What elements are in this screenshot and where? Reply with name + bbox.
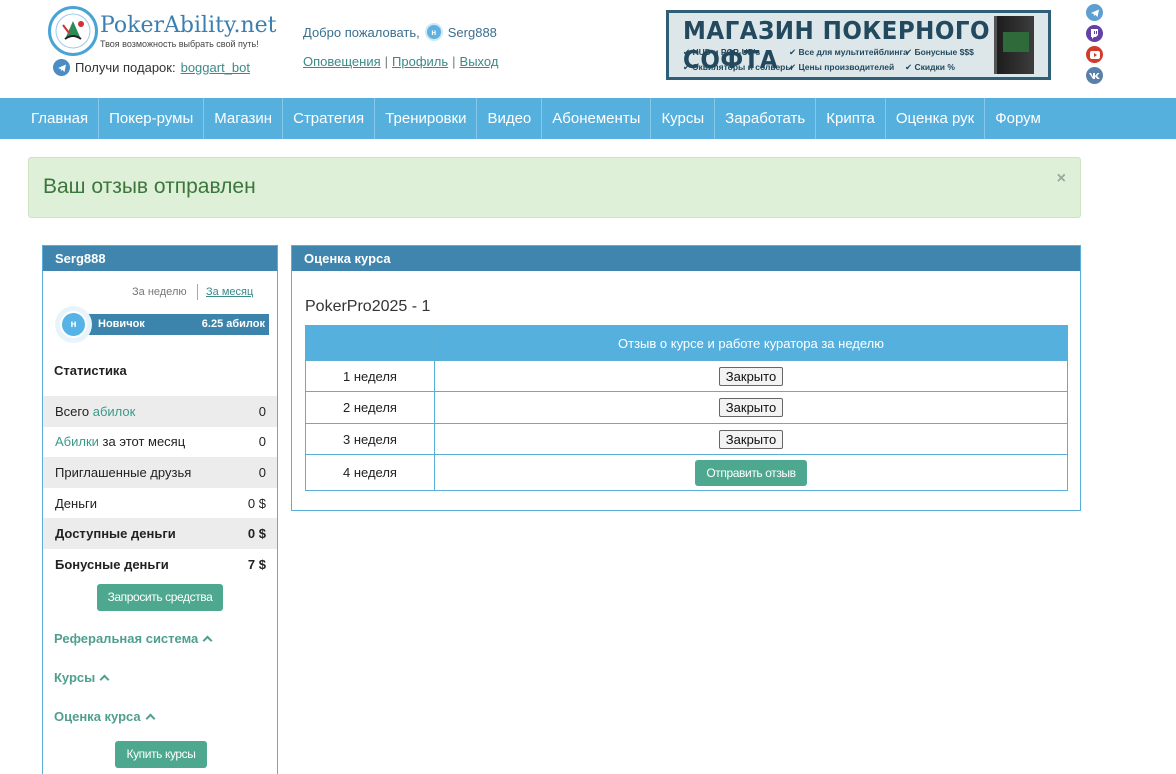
stats-title: Статистика bbox=[54, 363, 127, 378]
referral-toggle[interactable]: Реферальная система bbox=[54, 631, 213, 646]
course-rating-panel: Оценка курса PokerPro2025 - 1 Отзыв о ку… bbox=[291, 245, 1081, 511]
gift-line: Получи подарок: boggart_bot bbox=[53, 59, 250, 76]
nav-crypto[interactable]: Крипта bbox=[816, 98, 886, 139]
table-row: 1 неделя Закрыто bbox=[305, 360, 1068, 392]
youtube-icon[interactable] bbox=[1086, 46, 1103, 63]
nav-earn[interactable]: Заработать bbox=[715, 98, 817, 139]
telegram-icon bbox=[53, 59, 70, 76]
main-nav: Главная Покер-румы Магазин Стратегия Тре… bbox=[0, 98, 1176, 139]
close-icon[interactable]: × bbox=[1057, 170, 1066, 188]
chevron-up-icon bbox=[202, 635, 213, 646]
rank-bar: Новичок 6.25 абилок bbox=[73, 314, 269, 335]
stat-total: Всего абилок 0 bbox=[43, 396, 277, 427]
chevron-up-icon bbox=[99, 674, 110, 685]
logout-link[interactable]: Выход bbox=[460, 54, 499, 69]
nav-trainings[interactable]: Тренировки bbox=[375, 98, 478, 139]
action-cell: Закрыто bbox=[434, 360, 1068, 392]
twitch-icon[interactable] bbox=[1086, 25, 1103, 42]
nav-subscriptions[interactable]: Абонементы bbox=[542, 98, 652, 139]
stat-month: Абилки за этот месяц 0 bbox=[55, 434, 266, 450]
notifications-link[interactable]: Оповещения bbox=[303, 54, 381, 69]
table-row: 4 неделя Отправить отзыв bbox=[305, 454, 1068, 491]
nav-forum[interactable]: Форум bbox=[985, 98, 1051, 139]
period-month-tab[interactable]: За месяц bbox=[206, 286, 253, 298]
action-cell: Закрыто bbox=[434, 391, 1068, 424]
abilki-month-link[interactable]: Абилки bbox=[55, 434, 99, 449]
table-header-row: Отзыв о курсе и работе куратора за недел… bbox=[305, 325, 1068, 361]
site-header: PokerAbility.net Твоя возможность выбрат… bbox=[0, 0, 1176, 98]
nav-courses[interactable]: Курсы bbox=[651, 98, 716, 139]
chevron-up-icon bbox=[145, 713, 156, 724]
closed-button[interactable]: Закрыто bbox=[718, 429, 784, 449]
closed-button[interactable]: Закрыто bbox=[718, 366, 784, 386]
banner-col-1: ✔ HUD и POP-UP's ✔ Эквиляторы и солверы bbox=[683, 47, 793, 72]
action-cell: Отправить отзыв bbox=[434, 454, 1068, 491]
stat-available-money: Доступные деньги 0 $ bbox=[43, 518, 277, 549]
week-cell: 3 неделя bbox=[305, 423, 435, 455]
week-cell: 1 неделя bbox=[305, 360, 435, 392]
nav-strategy[interactable]: Стратегия bbox=[283, 98, 376, 139]
stat-money: Деньги 0 $ bbox=[55, 495, 266, 511]
nav-video[interactable]: Видео bbox=[477, 98, 543, 139]
user-links: Оповещения | Профиль | Выход bbox=[303, 54, 499, 69]
gift-bot-link[interactable]: boggart_bot bbox=[181, 60, 250, 75]
telegram-icon[interactable] bbox=[1086, 4, 1103, 21]
software-shop-banner[interactable]: МАГАЗИН ПОКЕРНОГО СОФТА ✔ HUD и POP-UP's… bbox=[666, 10, 1051, 80]
user-sidebar: Serg888 За неделю За месяц Новичок 6.25 … bbox=[42, 245, 278, 774]
review-table: Отзыв о курсе и работе куратора за недел… bbox=[305, 325, 1068, 491]
alert-message: Ваш отзыв отправлен bbox=[43, 175, 256, 198]
action-cell: Закрыто bbox=[434, 423, 1068, 455]
stat-bonus-money: Бонусные деньги 7 $ bbox=[55, 556, 266, 572]
rank-progress: Новичок 6.25 абилок н bbox=[55, 306, 269, 343]
logo-subtitle: Твоя возможность выбрать свой путь! bbox=[100, 39, 259, 49]
vk-icon[interactable] bbox=[1086, 67, 1103, 84]
logo-emblem-icon bbox=[48, 6, 98, 56]
rank-badge-icon: н bbox=[55, 306, 92, 343]
rank-name: Новичок bbox=[98, 318, 145, 330]
user-avatar[interactable]: н bbox=[424, 23, 443, 41]
rank-points: 6.25 абилок bbox=[201, 318, 265, 330]
stat-friends: Приглашенные друзья 0 bbox=[43, 457, 277, 488]
nav-home[interactable]: Главная bbox=[21, 98, 100, 139]
sidebar-username: Serg888 bbox=[43, 246, 277, 271]
logo-title: PokerAbility.net bbox=[100, 13, 277, 38]
week-cell: 2 неделя bbox=[305, 391, 435, 424]
week-cell: 4 неделя bbox=[305, 454, 435, 491]
table-row: 3 неделя Закрыто bbox=[305, 423, 1068, 455]
table-header-review: Отзыв о курсе и работе куратора за недел… bbox=[434, 325, 1068, 361]
nav-hand-review[interactable]: Оценка рук bbox=[886, 98, 986, 139]
nav-shop[interactable]: Магазин bbox=[204, 98, 284, 139]
nav-poker-rooms[interactable]: Покер-румы bbox=[99, 98, 205, 139]
course-rating-toggle[interactable]: Оценка курса bbox=[54, 709, 156, 724]
closed-button[interactable]: Закрыто bbox=[718, 398, 784, 417]
welcome-line: Добро пожаловать, н Serg888 bbox=[303, 23, 497, 41]
course-name: PokerPro2025 - 1 bbox=[305, 298, 431, 315]
profile-link[interactable]: Профиль bbox=[392, 54, 448, 69]
abilki-link[interactable]: абилок bbox=[93, 404, 136, 419]
table-header-week bbox=[305, 325, 435, 361]
gift-label: Получи подарок: bbox=[75, 60, 176, 75]
banner-col-2: ✔ Все для мультитейблинга ✔ Цены производ… bbox=[789, 47, 908, 72]
buy-courses-button[interactable]: Купить курсы bbox=[115, 741, 207, 768]
table-row: 2 неделя Закрыто bbox=[305, 391, 1068, 424]
success-alert: Ваш отзыв отправлен × bbox=[28, 157, 1081, 218]
stats-list: Всего абилок 0 Абилки за этот месяц 0 Пр… bbox=[43, 396, 277, 580]
welcome-text: Добро пожаловать, bbox=[303, 24, 420, 40]
period-week-tab[interactable]: За неделю bbox=[132, 286, 187, 298]
site-logo[interactable]: PokerAbility.net Твоя возможность выбрат… bbox=[48, 6, 276, 56]
courses-toggle[interactable]: Курсы bbox=[54, 670, 110, 685]
panel-title: Оценка курса bbox=[292, 246, 1080, 271]
send-review-button[interactable]: Отправить отзыв bbox=[695, 459, 807, 486]
username[interactable]: Serg888 bbox=[448, 25, 497, 40]
request-funds-button[interactable]: Запросить средства bbox=[97, 584, 223, 611]
social-links bbox=[1086, 4, 1103, 84]
software-box-icon bbox=[994, 16, 1034, 74]
banner-col-3: ✔ Бонусные $$$ ✔ Скидки % bbox=[905, 47, 974, 72]
